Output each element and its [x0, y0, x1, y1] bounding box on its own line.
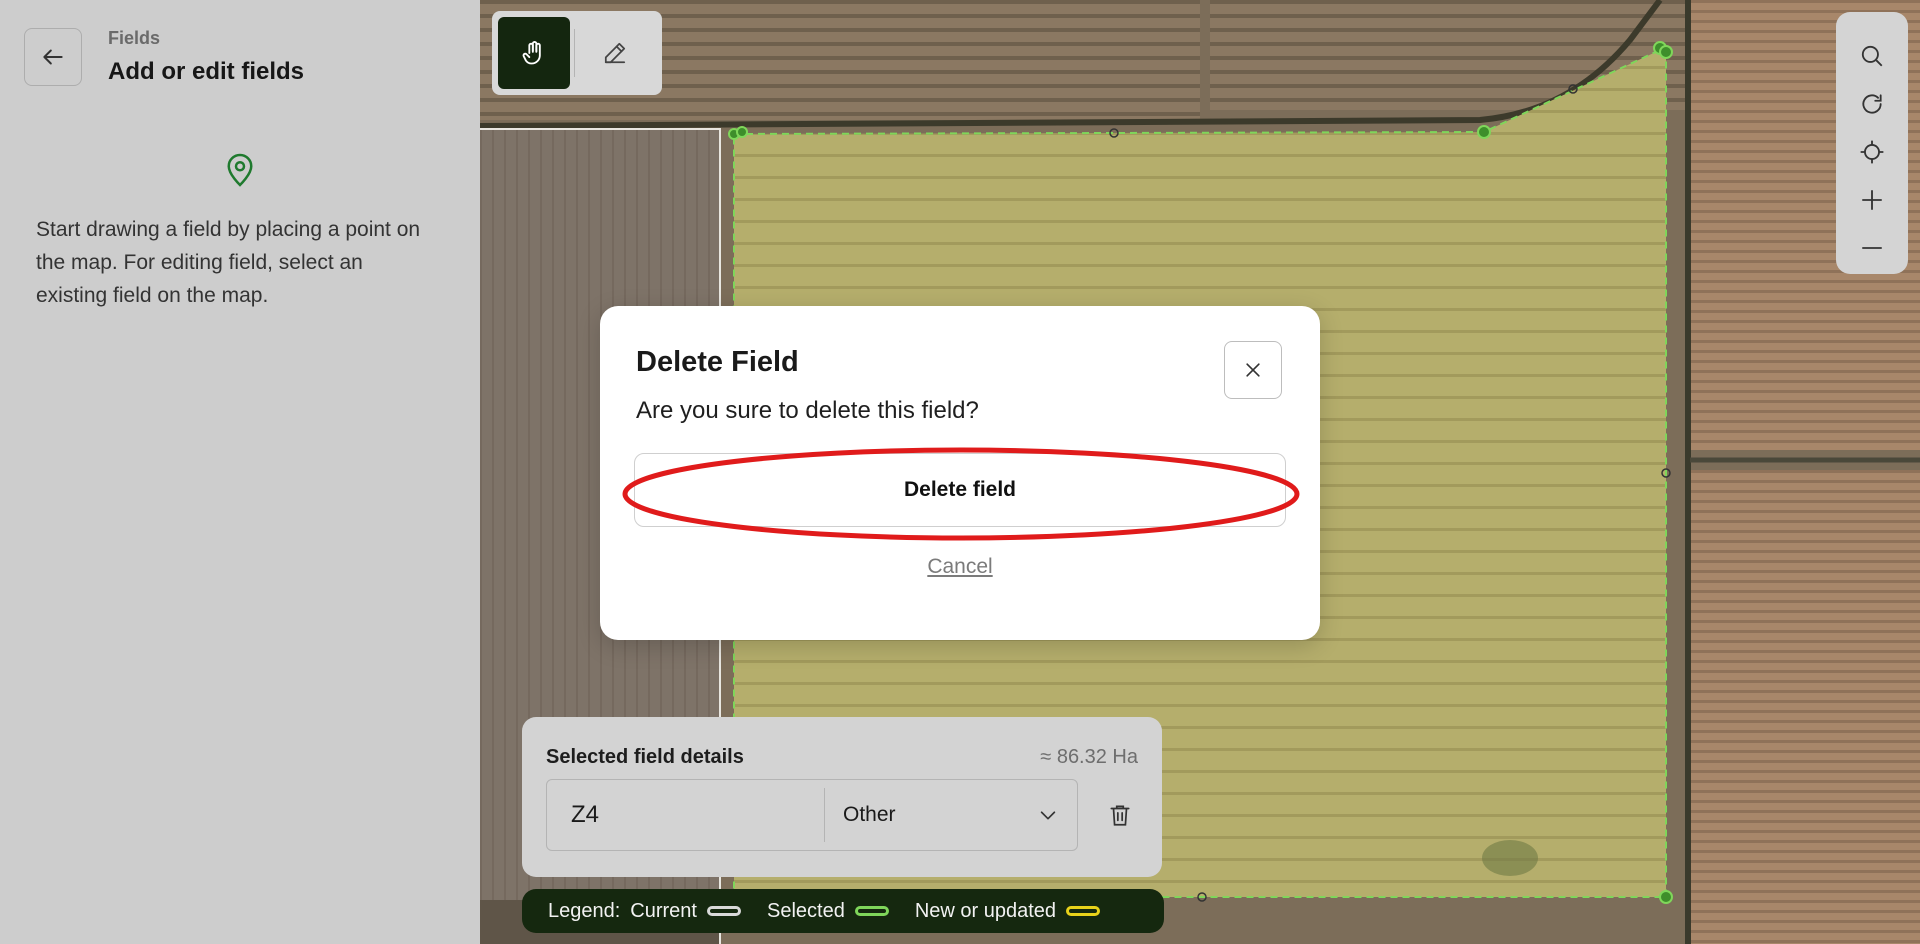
- delete-field-confirm-button[interactable]: Delete field: [634, 453, 1286, 527]
- locate-button[interactable]: [1852, 128, 1892, 176]
- back-arrow-icon: [43, 49, 63, 65]
- refresh-icon: [1862, 94, 1882, 114]
- page-title: Add or edit fields: [108, 58, 305, 85]
- breadcrumb: Fields: [108, 28, 161, 48]
- close-button[interactable]: [1224, 341, 1282, 399]
- legend-swatch-current: [707, 906, 741, 916]
- location-pin-icon: [225, 152, 255, 193]
- field-type-select[interactable]: Other: [825, 780, 1077, 850]
- delete-field-dialog: Delete Field Are you sure to delete this…: [600, 306, 1320, 640]
- trash-icon: [1110, 805, 1130, 826]
- minus-icon: [1862, 247, 1882, 249]
- dialog-title: Delete Field: [636, 346, 799, 378]
- help-text: Start drawing a field by placing a point…: [36, 218, 421, 307]
- hand-icon: [522, 41, 541, 65]
- details-title: Selected field details: [546, 746, 744, 768]
- cancel-link[interactable]: Cancel: [600, 555, 1320, 579]
- sidebar: Fields Add or edit fields Start drawing …: [0, 0, 480, 944]
- field-area: ≈ 86.32 Ha: [1040, 746, 1138, 768]
- legend-item-selected: Selected: [767, 899, 845, 922]
- legend-item-new: New or updated: [914, 899, 1057, 922]
- pencil-icon: [604, 42, 626, 64]
- legend-item-current: Current: [630, 899, 697, 922]
- selected-field-details: Selected field details ≈ 86.32 Ha Z4 Oth…: [522, 717, 1162, 877]
- tool-divider: [574, 29, 575, 77]
- back-button[interactable]: [24, 28, 82, 86]
- plus-icon: [1862, 190, 1882, 210]
- legend-label: Legend:: [548, 899, 621, 922]
- refresh-button[interactable]: [1852, 80, 1892, 128]
- legend-swatch-new: [1066, 906, 1101, 916]
- dialog-message: Are you sure to delete this field?: [636, 397, 979, 424]
- chevron-down-icon: [1040, 811, 1056, 820]
- field-name-input[interactable]: Z4: [547, 788, 825, 842]
- field-details-box: Z4 Other: [546, 779, 1078, 851]
- legend-swatch-selected: [854, 906, 889, 916]
- pan-tool-button[interactable]: [498, 17, 570, 89]
- zoom-out-button[interactable]: [1852, 224, 1892, 272]
- map-controls: [1836, 12, 1908, 274]
- close-icon: [1246, 363, 1260, 377]
- search-icon: [1861, 45, 1883, 67]
- delete-field-button[interactable]: [1102, 797, 1138, 833]
- crosshair-icon: [1860, 140, 1884, 164]
- zoom-in-button[interactable]: [1852, 176, 1892, 224]
- field-type-value: Other: [843, 803, 896, 826]
- map-legend: Legend: Current Selected New or updated: [522, 889, 1164, 933]
- draw-tool-button[interactable]: [579, 17, 651, 89]
- tool-toggle: [492, 11, 662, 95]
- search-button[interactable]: [1852, 32, 1892, 80]
